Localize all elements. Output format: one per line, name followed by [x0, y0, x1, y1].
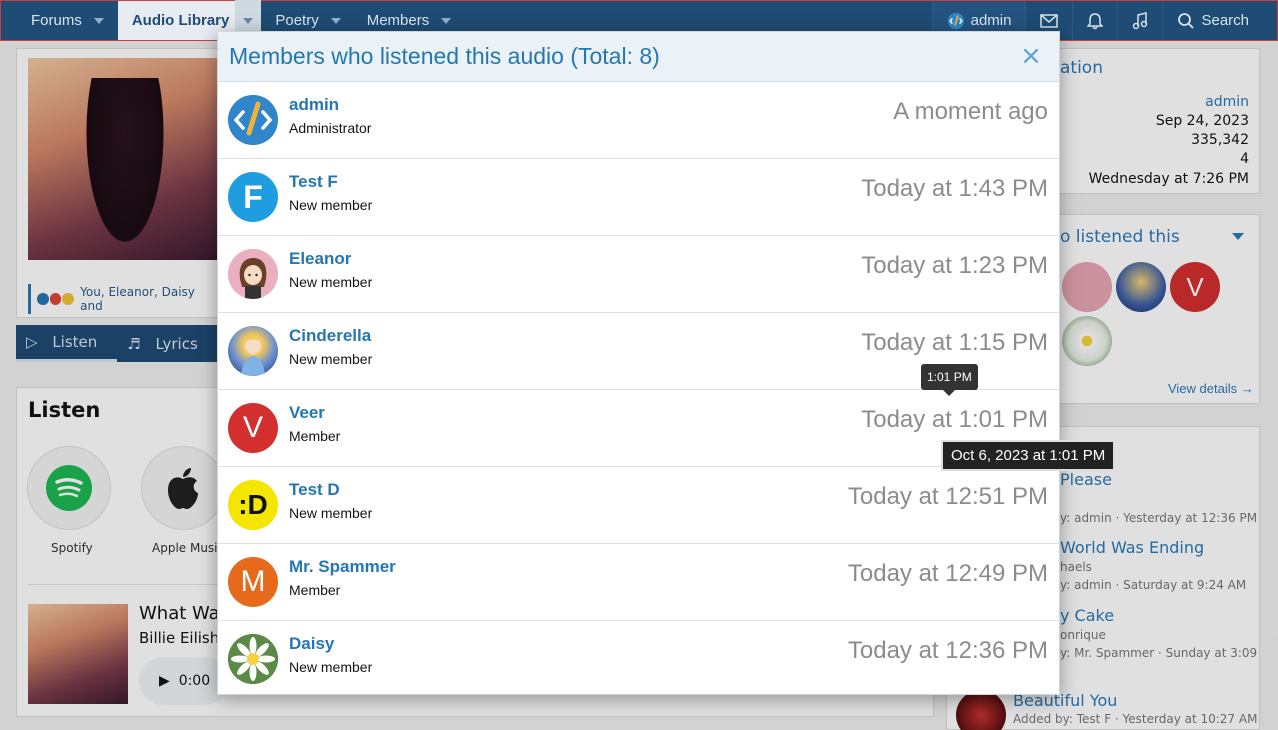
listen-time: Today at 1:43 PM — [861, 175, 1048, 202]
avatar[interactable]: :D — [228, 480, 278, 530]
close-button[interactable]: × — [1019, 41, 1043, 71]
member-row: Daisy New member Today at 12:36 PM — [218, 621, 1059, 698]
girl-avatar-icon — [228, 249, 278, 299]
member-name[interactable]: Veer — [289, 403, 325, 423]
member-name[interactable]: admin — [289, 95, 339, 115]
nav-tab-forums[interactable]: Forums — [1, 1, 118, 40]
listeners-modal: Members who listened this audio (Total: … — [217, 31, 1060, 695]
chevron-down-icon[interactable] — [441, 17, 452, 24]
close-icon: × — [1020, 41, 1042, 71]
admin-logo-icon — [228, 95, 278, 145]
avatar[interactable]: V — [228, 403, 278, 453]
daisy-avatar-icon — [228, 634, 278, 684]
member-row: M Mr. Spammer Member Today at 12:49 PM — [218, 544, 1059, 621]
chevron-down-icon[interactable] — [330, 17, 341, 24]
avatar[interactable] — [228, 634, 278, 684]
member-row: F Test F New member Today at 1:43 PM — [218, 159, 1059, 236]
listen-time[interactable]: Today at 1:01 PM — [861, 406, 1048, 434]
member-role: New member — [289, 351, 373, 367]
member-role: Member — [289, 428, 341, 444]
member-name[interactable]: Cinderella — [289, 326, 371, 346]
member-name[interactable]: Daisy — [289, 634, 334, 654]
member-role: New member — [289, 505, 373, 521]
princess-avatar-icon — [241, 336, 265, 376]
modal-title: Members who listened this audio (Total: … — [229, 43, 660, 69]
member-role: New member — [289, 197, 373, 213]
member-name[interactable]: Test F — [289, 172, 338, 192]
member-row: V Veer Member Today at 1:01 PM — [218, 390, 1059, 467]
member-role: New member — [289, 659, 373, 675]
date-tooltip: Oct 6, 2023 at 1:01 PM — [941, 440, 1116, 471]
admin-avatar-icon — [947, 12, 964, 29]
avatar[interactable] — [228, 326, 278, 376]
bell-icon[interactable] — [1072, 1, 1117, 40]
listen-time: Today at 12:51 PM — [847, 483, 1048, 510]
time-tooltip: 1:01 PM — [921, 364, 978, 396]
listen-time: Today at 12:36 PM — [847, 637, 1048, 664]
avatar[interactable] — [228, 95, 278, 145]
avatar[interactable] — [228, 249, 278, 299]
member-row: admin Administrator A moment ago — [218, 82, 1059, 159]
avatar[interactable]: F — [228, 172, 278, 222]
member-row: :D Test D New member Today at 12:51 PM — [218, 467, 1059, 544]
member-role: Member — [289, 582, 341, 598]
member-row: Eleanor New member Today at 1:23 PM — [218, 236, 1059, 313]
listen-time: Today at 1:15 PM — [861, 329, 1048, 356]
avatar[interactable]: M — [228, 557, 278, 607]
member-role: New member — [289, 274, 373, 290]
chevron-down-icon[interactable] — [93, 17, 104, 24]
listen-time: A moment ago — [893, 98, 1048, 125]
listen-time: Today at 12:49 PM — [847, 560, 1048, 587]
member-name[interactable]: Mr. Spammer — [289, 557, 396, 577]
member-name[interactable]: Test D — [289, 480, 340, 500]
modal-header: Members who listened this audio (Total: … — [218, 32, 1059, 82]
chevron-down-icon — [243, 17, 254, 24]
member-role: Administrator — [289, 120, 372, 136]
music-icon[interactable] — [1117, 1, 1162, 40]
listen-time: Today at 1:23 PM — [861, 252, 1048, 279]
search-button[interactable]: Search — [1162, 1, 1277, 40]
search-icon — [1178, 12, 1195, 29]
member-name[interactable]: Eleanor — [289, 249, 351, 269]
